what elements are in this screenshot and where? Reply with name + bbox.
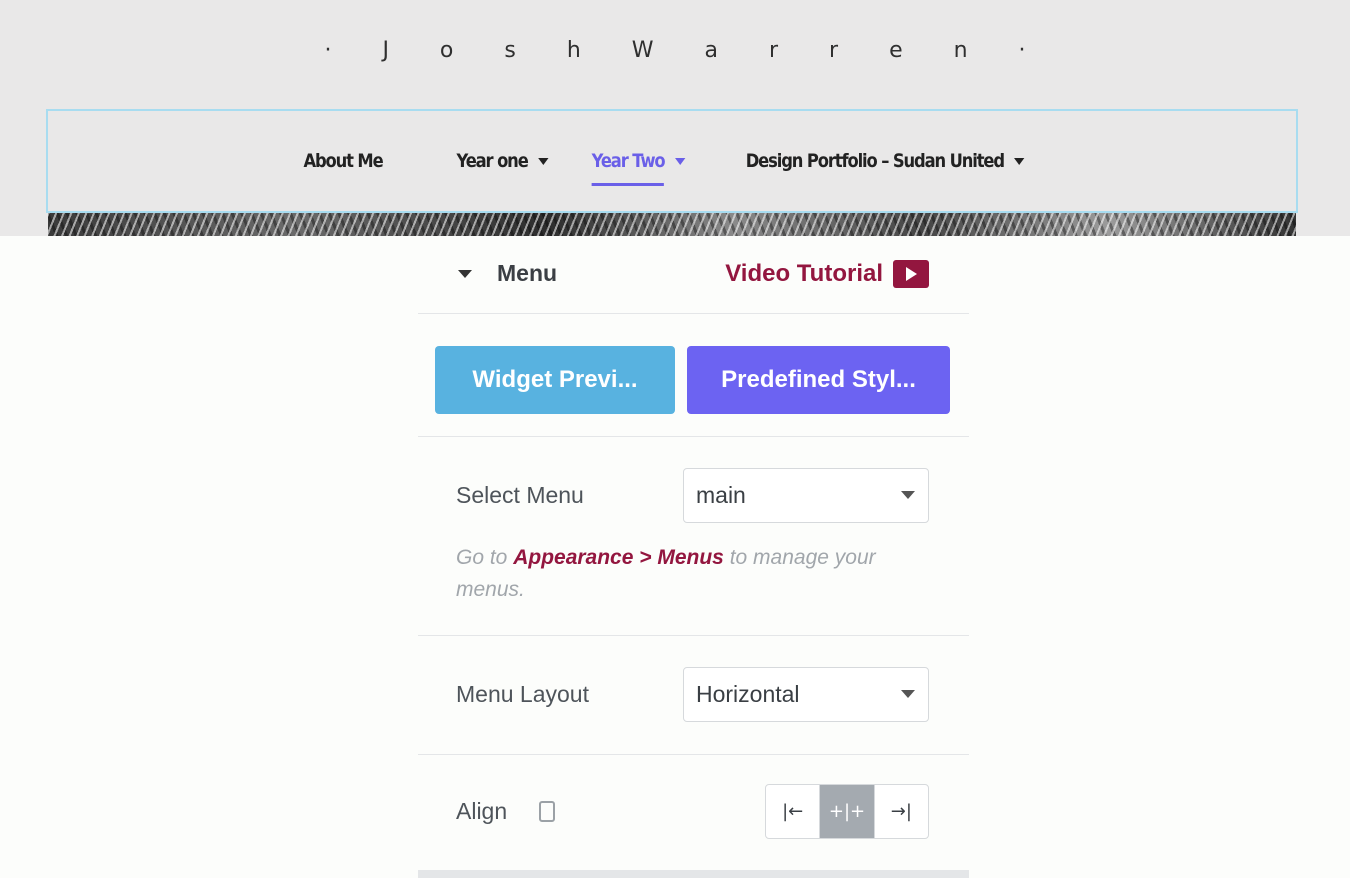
section-header-menu[interactable]: Menu Video Tutorial: [418, 236, 969, 314]
nav-item-design-portfolio[interactable]: Design Portfolio – Sudan United: [745, 150, 1025, 172]
align-left-button[interactable]: |←: [766, 785, 819, 838]
predefined-styles-button[interactable]: Predefined Styl...: [687, 346, 950, 414]
action-buttons: Widget Previ... Predefined Styl...: [418, 315, 969, 437]
menu-layout-value: Horizontal: [696, 681, 800, 707]
select-menu-value: main: [696, 482, 746, 508]
menu-help-text: Go to Appearance > Menus to manage your …: [456, 542, 916, 606]
nav-item-label: About Me: [303, 150, 384, 172]
panel-scroll-edge: [418, 870, 969, 878]
video-tutorial-label: Video Tutorial: [725, 260, 883, 287]
align-choices: |← +|+ →|: [765, 784, 929, 839]
chevron-down-icon: [901, 491, 915, 499]
align-right-button[interactable]: →|: [873, 785, 928, 838]
chevron-down-icon: [674, 157, 686, 165]
active-underline: [591, 183, 664, 186]
nav-item-label: Year one: [456, 150, 529, 172]
play-video-icon: [893, 260, 929, 288]
chevron-down-icon: [538, 157, 549, 165]
collapse-caret-icon[interactable]: [458, 270, 472, 278]
editor-panel: Menu Video Tutorial Widget Previ... Pred…: [418, 236, 969, 878]
align-center-button[interactable]: +|+: [819, 785, 874, 838]
menu-layout-label: Menu Layout: [456, 681, 589, 707]
page: · J o s h W a r r e n · About Me Year on…: [0, 0, 1350, 878]
divider: [418, 635, 969, 636]
help-prefix: Go to: [456, 546, 514, 569]
site-preview: · J o s h W a r r e n · About Me Year on…: [0, 0, 1350, 236]
nav-menu: About Me Year one Year Two Design Portfo…: [48, 111, 1296, 211]
nav-menu-widget[interactable]: About Me Year one Year Two Design Portfo…: [46, 109, 1298, 213]
select-menu-label: Select Menu: [456, 482, 584, 508]
widget-preview-button[interactable]: Widget Previ...: [435, 346, 675, 414]
responsive-device-icon[interactable]: [539, 801, 555, 822]
nav-item-about-me[interactable]: About Me: [303, 150, 384, 172]
select-menu-dropdown[interactable]: main: [683, 468, 929, 523]
appearance-menus-link[interactable]: Appearance > Menus: [513, 546, 724, 569]
divider: [418, 754, 969, 755]
nav-item-year-two[interactable]: Year Two: [591, 150, 686, 186]
section-title: Menu: [497, 260, 558, 286]
chevron-down-icon: [901, 690, 915, 698]
nav-item-label: Year Two: [591, 150, 665, 172]
hero-image: [48, 212, 1296, 236]
video-tutorial-link[interactable]: Video Tutorial: [725, 260, 929, 288]
nav-item-year-one[interactable]: Year one: [457, 150, 549, 172]
chevron-down-icon: [1013, 157, 1025, 165]
site-title: · J o s h W a r r e n ·: [324, 38, 1048, 63]
nav-item-label: Design Portfolio – Sudan United: [745, 150, 1004, 172]
menu-layout-dropdown[interactable]: Horizontal: [683, 667, 929, 722]
align-label: Align: [456, 798, 508, 824]
